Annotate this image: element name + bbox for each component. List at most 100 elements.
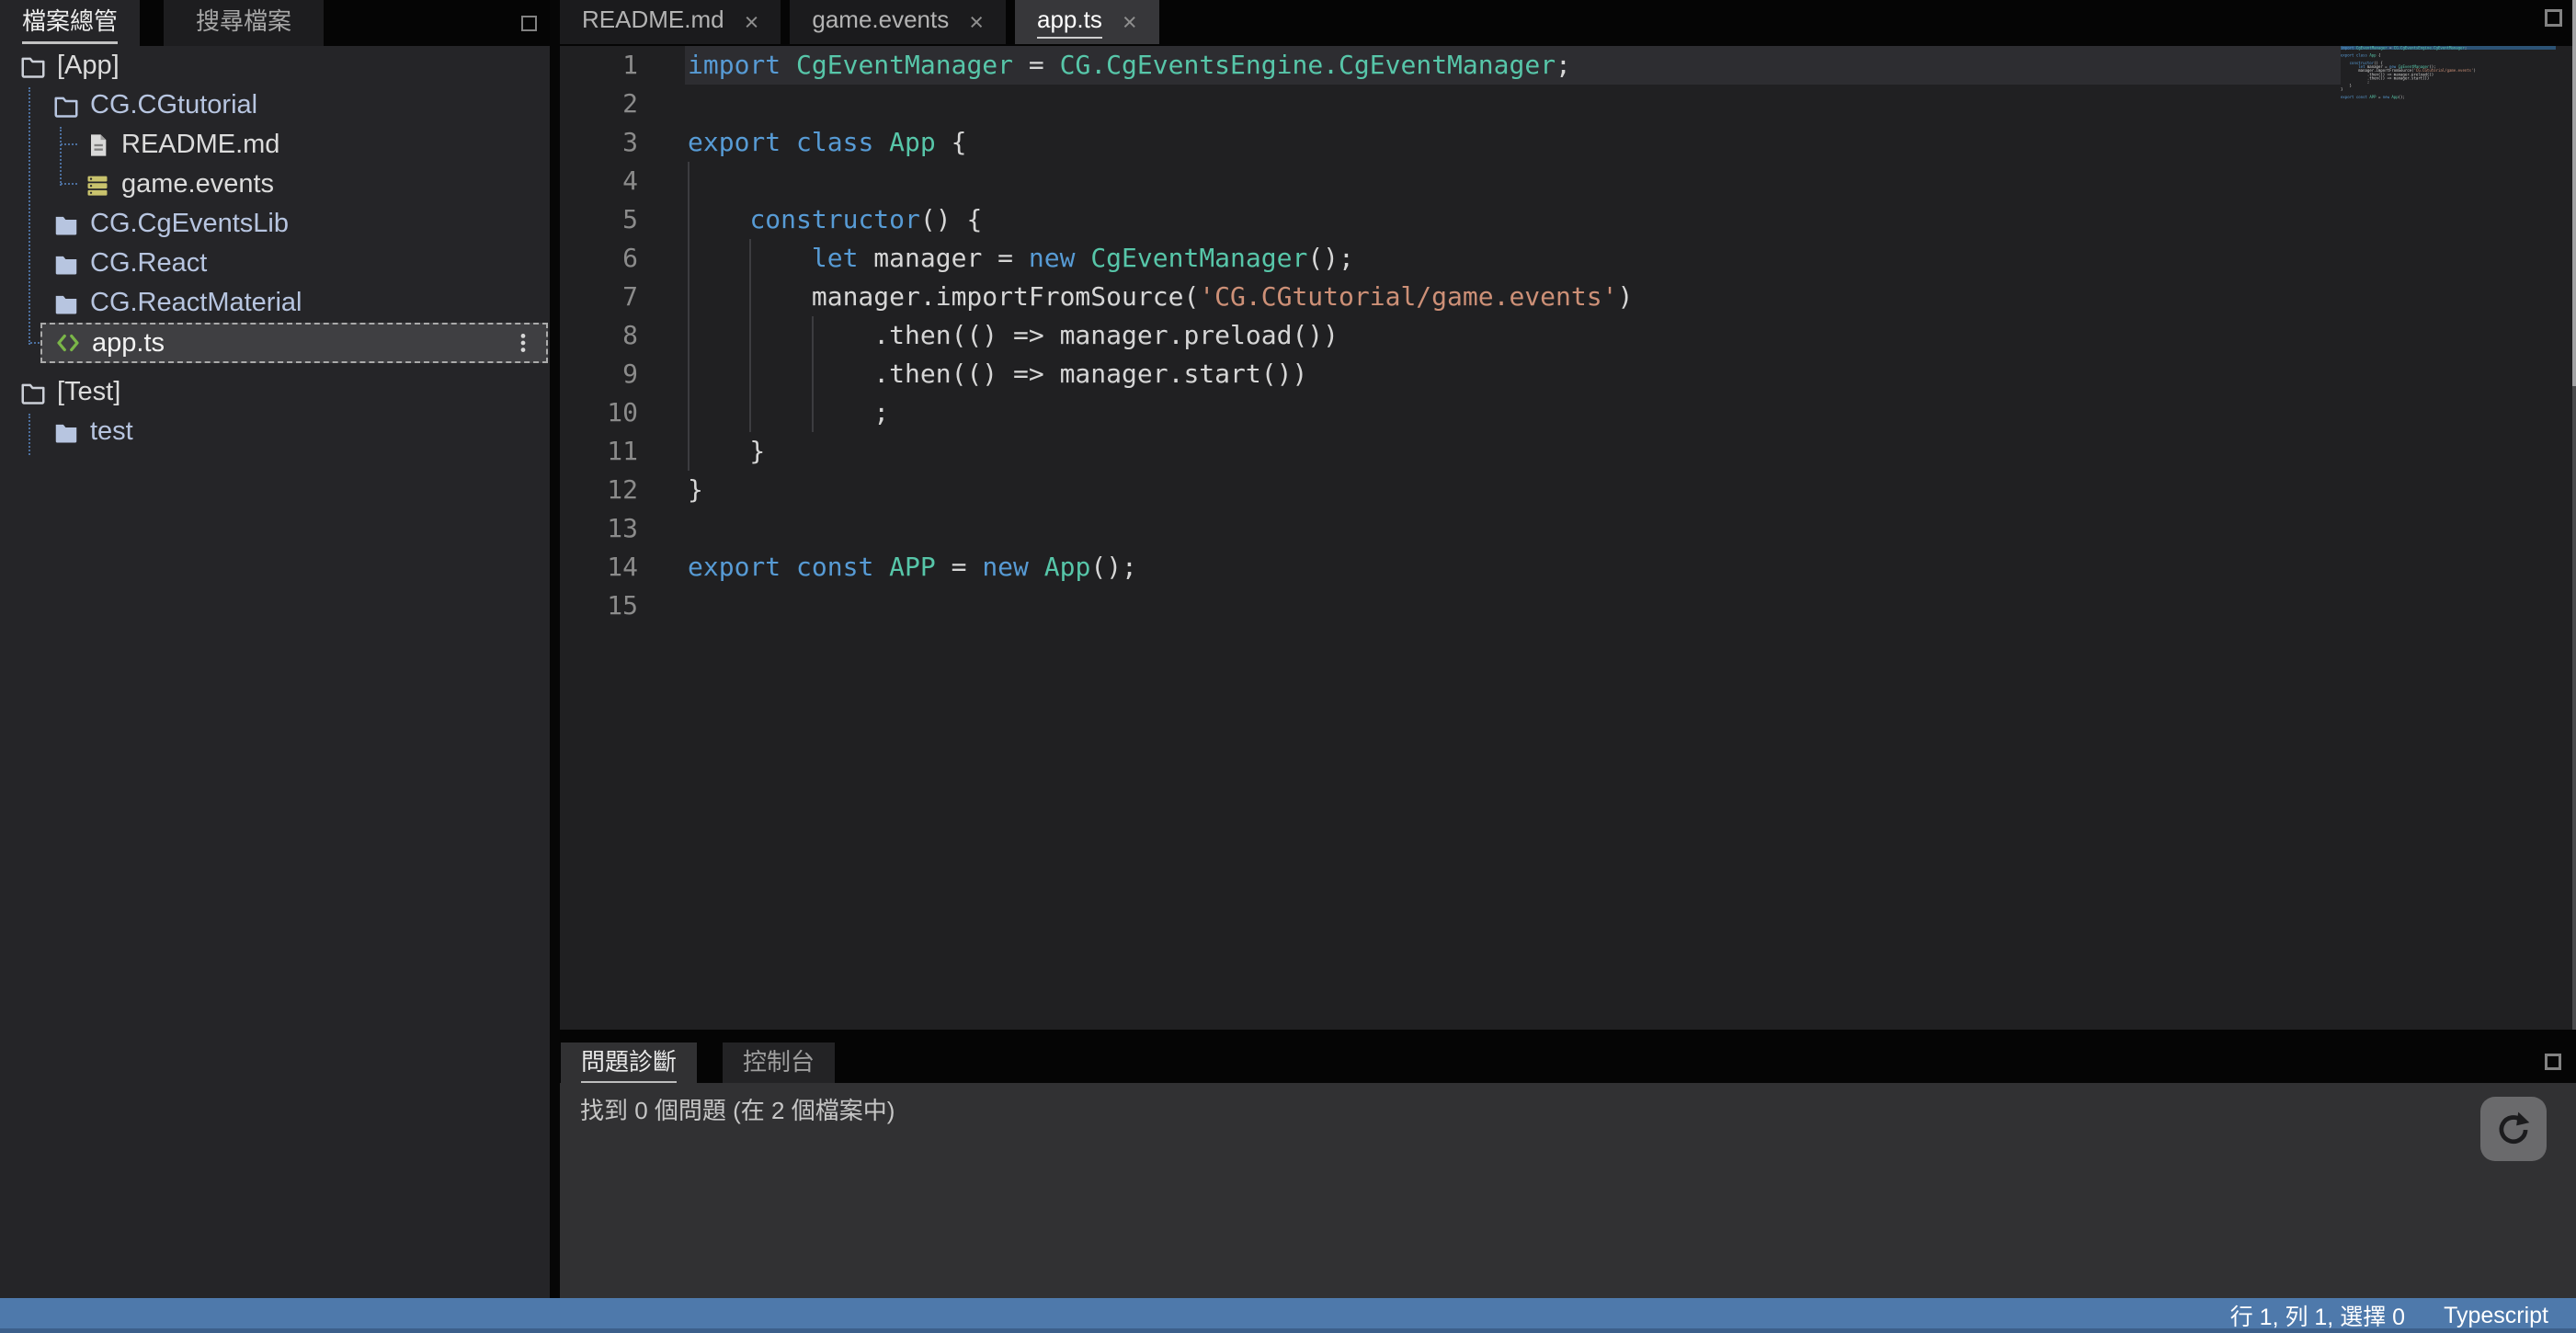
line-number: 6 (560, 239, 638, 278)
code-area[interactable]: import CgEventManager = CG.CgEventsEngin… (685, 46, 2341, 625)
sidebar-tab-explorer[interactable]: 檔案總管 (0, 0, 140, 46)
code-line-2 (685, 85, 2341, 123)
tree-guide (60, 127, 62, 186)
tree-guide (61, 183, 77, 185)
file-document-icon (83, 131, 112, 160)
tree-item-README.md[interactable]: README.md (0, 125, 550, 165)
code-line-14: export const APP = new App(); (685, 548, 2341, 587)
tree-item-CG.ReactMaterial[interactable]: CG.ReactMaterial (0, 283, 550, 323)
code-line-11: } (685, 432, 2341, 471)
tree-item-test[interactable]: test (0, 412, 550, 451)
sidebar-tab-label: 搜尋檔案 (196, 3, 291, 44)
line-number: 8 (560, 316, 638, 355)
line-number: 3 (560, 123, 638, 162)
folder-filled-icon (51, 289, 81, 318)
line-number: 9 (560, 355, 638, 393)
close-tab-icon[interactable]: × (745, 10, 759, 35)
tree-item-CG.React[interactable]: CG.React (0, 244, 550, 283)
editor-tabs: README.md × game.events × app.ts × (560, 0, 1168, 44)
tree-item-[App][interactable]: [App] (0, 46, 550, 85)
tree-item-label: app.ts (92, 328, 165, 359)
sidebar-editor-divider (550, 0, 560, 1298)
bottom-panel: 問題診斷 控制台 找到 0 個問題 (在 2 個檔案中) (560, 1030, 2576, 1298)
tree-item-label: CG.React (90, 248, 207, 279)
sidebar-tab-strip: 檔案總管 搜尋檔案 (0, 0, 550, 46)
minimap[interactable]: import CgEventManager = CG.CgEventsEngin… (2341, 46, 2561, 230)
language-mode[interactable]: Typescript (2444, 1303, 2548, 1329)
maximize-panel-icon[interactable] (2545, 1054, 2561, 1070)
sidebar-header: 檔案總管 搜尋檔案 (0, 0, 550, 46)
code-line-3: export class App { (685, 123, 2341, 162)
tree-guide (61, 143, 77, 145)
line-number: 5 (560, 200, 638, 239)
refresh-button[interactable] (2480, 1097, 2547, 1161)
sidebar-tab-label: 檔案總管 (22, 3, 118, 44)
folder-filled-icon (51, 417, 81, 447)
tree-item-label: CG.ReactMaterial (90, 288, 302, 318)
panel-tab-label: 控制台 (743, 1043, 815, 1083)
tree-item-label: [App] (57, 51, 120, 81)
editor-tab-README.md[interactable]: README.md × (560, 0, 781, 44)
tree-item-game.events[interactable]: game.events (0, 165, 550, 204)
panel-tab-label: 問題診斷 (581, 1043, 677, 1083)
editor-tab-app.ts[interactable]: app.ts × (1015, 0, 1159, 44)
code-line-9: .then(() => manager.start()) (685, 355, 2341, 393)
sidebar: 檔案總管 搜尋檔案 [App] CG.CGtutorial README.md game… (0, 0, 550, 1298)
tree-item-label: test (90, 416, 133, 447)
panel-tab-strip: 問題診斷 控制台 (560, 1030, 2576, 1083)
cursor-position[interactable]: 行 1, 列 1, 選擇 0 (2230, 1299, 2405, 1332)
folder-open-outline-icon (18, 51, 48, 81)
editor-tab-bar: README.md × game.events × app.ts × (560, 0, 2576, 46)
panel-tab-problems[interactable]: 問題診斷 (561, 1042, 697, 1083)
line-number: 15 (560, 587, 638, 625)
close-tab-icon[interactable]: × (1123, 10, 1137, 35)
panel-tab-console[interactable]: 控制台 (723, 1042, 835, 1083)
tree-guide (30, 342, 40, 344)
code-line-13 (685, 509, 2341, 548)
code-line-4 (685, 162, 2341, 200)
tree-item-label: CG.CGtutorial (90, 90, 257, 120)
editor[interactable]: 123456789101112131415 import CgEventMana… (560, 46, 2576, 1030)
line-number: 11 (560, 432, 638, 471)
tree-item-app.ts[interactable]: app.ts (40, 323, 548, 363)
folder-filled-icon (51, 249, 81, 279)
minimap-line (2341, 99, 2556, 103)
editor-tab-label: game.events (812, 6, 949, 39)
tree-guide (28, 414, 30, 455)
code-line-12: } (685, 471, 2341, 509)
line-number: 4 (560, 162, 638, 200)
refresh-icon (2494, 1110, 2533, 1148)
code-line-8: .then(() => manager.preload()) (685, 316, 2341, 355)
line-number-gutter: 123456789101112131415 (560, 46, 638, 625)
tree-item-CG.CGtutorial[interactable]: CG.CGtutorial (0, 85, 550, 125)
tree-item-CG.CgEventsLib[interactable]: CG.CgEventsLib (0, 204, 550, 244)
line-number: 10 (560, 393, 638, 432)
code-brackets-icon (53, 328, 83, 358)
events-stack-icon (83, 170, 112, 199)
line-number: 2 (560, 85, 638, 123)
line-number: 7 (560, 278, 638, 316)
line-number: 12 (560, 471, 638, 509)
code-line-6: let manager = new CgEventManager(); (685, 239, 2341, 278)
close-tab-icon[interactable]: × (969, 10, 984, 35)
panel-body: 找到 0 個問題 (在 2 個檔案中) (560, 1083, 2576, 1298)
tree-guide (28, 87, 30, 345)
indent-guide (749, 239, 751, 432)
maximize-editor-icon[interactable] (2545, 9, 2562, 27)
scrollbar-thumb[interactable] (2572, 0, 2576, 386)
sidebar-tab-search[interactable]: 搜尋檔案 (164, 0, 324, 46)
file-tree-items: [App] CG.CGtutorial README.md game.events CG… (0, 46, 550, 451)
code-line-7: manager.importFromSource('CG.CGtutorial/… (685, 278, 2341, 316)
editor-tab-label: app.ts (1037, 6, 1102, 39)
tree-item-[Test][interactable]: [Test] (0, 372, 550, 412)
editor-tab-label: README.md (582, 6, 724, 39)
indent-guide (688, 162, 690, 471)
kebab-menu-icon[interactable] (511, 331, 535, 355)
editor-tab-game.events[interactable]: game.events × (790, 0, 1006, 44)
folder-filled-icon (51, 210, 81, 239)
tree-item-label: game.events (121, 169, 274, 199)
tree-item-label: README.md (121, 130, 279, 160)
tree-item-label: [Test] (57, 377, 120, 407)
collapse-sidebar-icon[interactable] (521, 16, 537, 31)
code-line-10: ; (685, 393, 2341, 432)
